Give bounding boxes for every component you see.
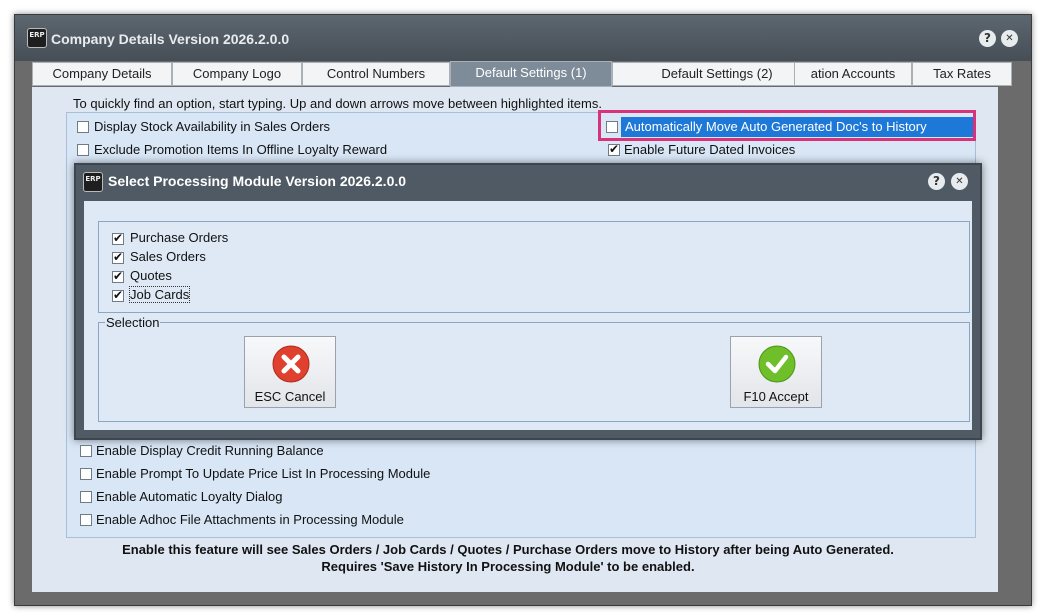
checkmark-icon: ✔	[113, 288, 124, 302]
checkbox-exclude-promotion-items[interactable]	[77, 144, 89, 156]
checkbox-display-stock-availability[interactable]	[77, 121, 89, 133]
selection-group	[98, 322, 970, 422]
cancel-label: ESC Cancel	[254, 389, 326, 404]
esc-cancel-button[interactable]: ESC Cancel	[244, 336, 336, 408]
checkbox-enable-automatic-loyalty-dialog[interactable]	[80, 491, 92, 503]
title-bar[interactable]: ERP Company Details Version 2026.2.0.0 ?…	[15, 15, 1031, 61]
feature-description-line2: Requires 'Save History In Processing Mod…	[321, 559, 695, 574]
option-label: Enable Display Credit Running Balance	[96, 443, 324, 458]
app-icon: ERP	[83, 172, 103, 192]
tab-ation-accounts[interactable]: ation Accounts	[794, 62, 912, 86]
close-icon[interactable]: ✕	[1001, 30, 1018, 47]
checkbox-enable-prompt-update-price-list[interactable]	[80, 468, 92, 480]
select-processing-module-dialog: ERP Select Processing Module Version 202…	[74, 163, 982, 440]
module-label: Quotes	[130, 268, 172, 283]
close-icon[interactable]: ✕	[951, 173, 968, 190]
checkmark-icon: ✔	[113, 250, 124, 264]
option-label: Enable Automatic Loyalty Dialog	[96, 489, 283, 504]
checkbox-enable-adhoc-file-attachments[interactable]	[80, 514, 92, 526]
checkbox-purchase-orders[interactable]: ✔	[112, 231, 124, 245]
tab-control-numbers[interactable]: Control Numbers	[302, 62, 450, 86]
module-label: Job Cards	[128, 286, 191, 303]
tab-default-settings-2[interactable]: Default Settings (2)	[612, 62, 822, 86]
checkmark-icon: ✔	[609, 142, 620, 156]
checkbox-sales-orders[interactable]: ✔	[112, 250, 124, 264]
dialog-body: ✔ Purchase Orders ✔ Sales Orders ✔ Quote…	[84, 201, 972, 430]
annotation-highlight-box	[598, 110, 976, 141]
cancel-icon	[272, 345, 310, 383]
tab-tax-rates[interactable]: Tax Rates	[912, 62, 1012, 86]
f10-accept-button[interactable]: F10 Accept	[730, 336, 822, 408]
module-list-group	[98, 221, 970, 313]
selection-legend: Selection	[105, 315, 161, 330]
feature-description-line1: Enable this feature will see Sales Order…	[122, 542, 894, 557]
checkmark-icon: ✔	[113, 231, 124, 245]
help-icon[interactable]: ?	[928, 173, 945, 190]
option-label: Enable Future Dated Invoices	[624, 142, 796, 157]
option-label: Enable Adhoc File Attachments in Process…	[96, 512, 404, 527]
checkmark-icon: ✔	[113, 269, 124, 283]
dialog-title: Select Processing Module Version 2026.2.…	[108, 173, 407, 189]
module-label: Sales Orders	[130, 249, 206, 264]
checkbox-quotes[interactable]: ✔	[112, 269, 124, 283]
accept-label: F10 Accept	[743, 389, 809, 404]
app-icon: ERP	[27, 28, 47, 48]
tab-bar: Company Details Company Logo Control Num…	[32, 61, 1012, 87]
help-icon[interactable]: ?	[979, 30, 996, 47]
module-label: Purchase Orders	[130, 230, 229, 245]
tab-default-settings-1[interactable]: Default Settings (1)	[450, 61, 612, 87]
option-label: Exclude Promotion Items In Offline Loyal…	[94, 142, 388, 157]
tab-company-logo[interactable]: Company Logo	[172, 62, 302, 86]
search-hint: To quickly find an option, start typing.…	[73, 96, 602, 111]
tab-company-details[interactable]: Company Details	[32, 62, 172, 86]
accept-icon	[758, 345, 796, 383]
window-title: Company Details Version 2026.2.0.0	[51, 31, 290, 47]
option-label: Display Stock Availability in Sales Orde…	[94, 119, 331, 134]
checkbox-enable-display-credit-running-balance[interactable]	[80, 445, 92, 457]
checkbox-enable-future-dated-invoices[interactable]: ✔	[608, 142, 620, 156]
option-label: Enable Prompt To Update Price List In Pr…	[96, 466, 431, 481]
checkbox-job-cards[interactable]: ✔	[112, 288, 124, 302]
